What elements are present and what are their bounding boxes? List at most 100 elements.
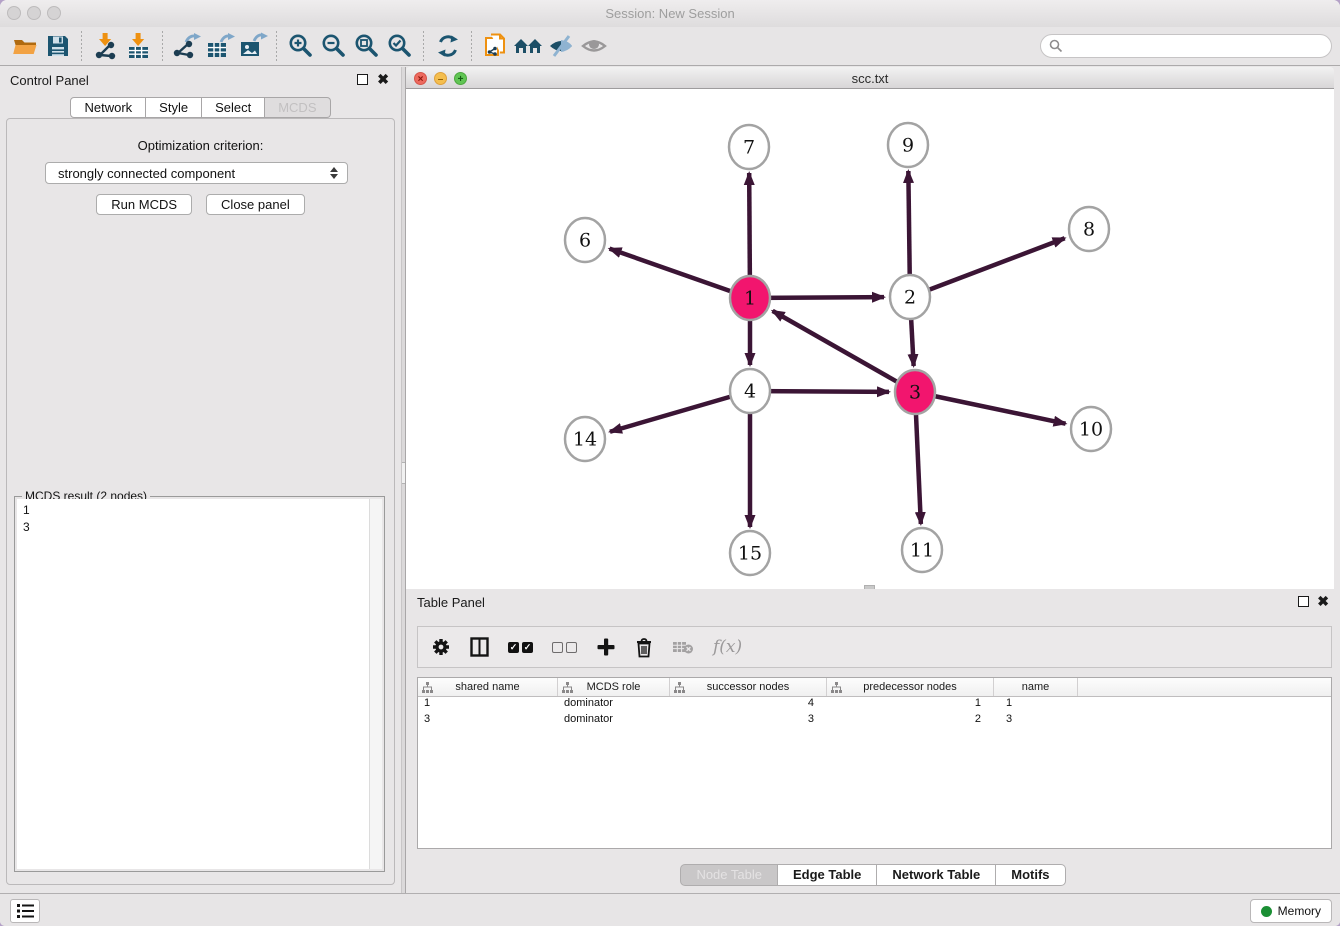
open-session-button[interactable] <box>8 30 41 63</box>
cell-successor-nodes[interactable]: 4 <box>670 697 827 713</box>
graph-node-14[interactable]: 14 <box>565 417 605 461</box>
memory-label: Memory <box>1278 904 1321 918</box>
graph-edge-4-14[interactable] <box>610 391 750 432</box>
cell-mcds-role[interactable]: dominator <box>558 713 670 729</box>
graph-node-10[interactable]: 10 <box>1071 407 1111 451</box>
show-columns-button[interactable] <box>470 637 489 657</box>
tab-network-table[interactable]: Network Table <box>877 864 996 886</box>
mcds-result-area[interactable]: 1 3 <box>17 499 382 869</box>
float-table-panel-icon[interactable] <box>1298 596 1309 607</box>
new-network-from-selection-button[interactable] <box>479 30 512 63</box>
table-row[interactable]: 3 dominator 3 2 3 <box>418 713 1331 729</box>
export-network-icon <box>172 32 202 60</box>
graph-node-4[interactable]: 4 <box>730 369 770 413</box>
unchecked-checkbox-icon <box>566 642 577 653</box>
deselect-all-button[interactable] <box>552 642 577 653</box>
close-panel-icon[interactable]: ✖ <box>377 71 389 87</box>
open-session-icon <box>11 32 39 60</box>
import-table-button[interactable] <box>122 30 155 63</box>
table-row[interactable]: 1 dominator 4 1 1 <box>418 697 1331 713</box>
zoom-out-button[interactable] <box>317 30 350 63</box>
table-tabs: Node Table Edge Table Network Table Moti… <box>406 864 1340 886</box>
graph-node-label: 14 <box>573 429 597 451</box>
delete-column-button[interactable] <box>672 639 694 655</box>
column-header-shared-name[interactable]: shared name <box>418 678 558 696</box>
run-mcds-button[interactable]: Run MCDS <box>96 194 192 215</box>
search-field[interactable] <box>1040 34 1332 58</box>
search-input[interactable] <box>1068 39 1323 53</box>
toolbar-separator <box>276 31 277 61</box>
dropdown-stepper-icon <box>325 167 343 179</box>
cell-predecessor-nodes[interactable]: 1 <box>827 697 994 713</box>
column-header-successor-nodes[interactable]: successor nodes <box>670 678 827 696</box>
graph-node-15[interactable]: 15 <box>730 531 770 575</box>
show-all-button[interactable] <box>578 30 611 63</box>
export-image-button[interactable] <box>236 30 269 63</box>
toolbar-separator <box>471 31 472 61</box>
graph-node-7[interactable]: 7 <box>729 125 769 169</box>
graph-node-1[interactable]: 1 <box>730 276 770 320</box>
panel-divider-handle[interactable] <box>402 462 405 484</box>
graph-node-9[interactable]: 9 <box>888 123 928 167</box>
tab-network[interactable]: Network <box>70 97 146 118</box>
tab-motifs[interactable]: Motifs <box>996 864 1065 886</box>
column-header-name[interactable]: name <box>994 678 1078 696</box>
tab-edge-table[interactable]: Edge Table <box>778 864 877 886</box>
cell-name[interactable]: 3 <box>994 713 1078 729</box>
tab-mcds[interactable]: MCDS <box>265 97 330 118</box>
hide-selected-button[interactable] <box>545 30 578 63</box>
close-table-panel-icon[interactable]: ✖ <box>1317 593 1329 609</box>
cell-shared-name[interactable]: 3 <box>418 713 558 729</box>
cell-predecessor-nodes[interactable]: 2 <box>827 713 994 729</box>
graph-node-3[interactable]: 3 <box>895 370 935 414</box>
select-all-button[interactable]: ✓ ✓ <box>508 642 533 653</box>
save-session-button[interactable] <box>41 30 74 63</box>
export-network-button[interactable] <box>170 30 203 63</box>
column-header-predecessor-nodes[interactable]: predecessor nodes <box>827 678 994 696</box>
column-header-mcds-role[interactable]: MCDS role <box>558 678 670 696</box>
tab-select[interactable]: Select <box>202 97 265 118</box>
cell-mcds-role[interactable]: dominator <box>558 697 670 713</box>
add-row-button[interactable] <box>596 637 616 657</box>
tab-style[interactable]: Style <box>146 97 202 118</box>
graph-node-6[interactable]: 6 <box>565 218 605 262</box>
cell-name[interactable]: 1 <box>994 697 1078 713</box>
graph-edge-2-8[interactable] <box>910 238 1065 297</box>
graph-node-11[interactable]: 11 <box>902 528 942 572</box>
cell-shared-name[interactable]: 1 <box>418 697 558 713</box>
export-table-button[interactable] <box>203 30 236 63</box>
table-settings-button[interactable] <box>431 637 451 657</box>
checked-checkbox-icon: ✓ <box>508 642 519 653</box>
column-label: MCDS role <box>587 681 641 693</box>
import-network-button[interactable] <box>89 30 122 63</box>
refresh-button[interactable] <box>431 30 464 63</box>
graph-edge-3-1[interactable] <box>773 311 915 392</box>
hierarchy-icon <box>831 682 842 693</box>
close-panel-button[interactable]: Close panel <box>206 194 305 215</box>
graph-edge-1-6[interactable] <box>610 249 750 298</box>
graph-node-8[interactable]: 8 <box>1069 207 1109 251</box>
gear-icon <box>431 637 451 657</box>
mcds-result-scrollbar[interactable] <box>369 499 382 869</box>
criterion-dropdown[interactable]: strongly connected component <box>45 162 348 184</box>
first-neighbors-button[interactable] <box>512 30 545 63</box>
delete-row-button[interactable] <box>635 637 653 658</box>
memory-button[interactable]: Memory <box>1250 899 1332 923</box>
hierarchy-icon <box>562 682 573 693</box>
graph-edge-3-10[interactable] <box>915 392 1066 424</box>
delete-column-icon <box>672 639 694 655</box>
column-label: successor nodes <box>707 681 790 693</box>
zoom-in-button[interactable] <box>284 30 317 63</box>
graph-node-2[interactable]: 2 <box>890 275 930 319</box>
status-bar: Memory <box>0 893 1340 926</box>
cell-successor-nodes[interactable]: 3 <box>670 713 827 729</box>
graph-node-label: 3 <box>909 382 921 404</box>
network-canvas[interactable]: 1 2 3 4 6 7 8 9 10 11 14 15 <box>406 89 1334 589</box>
apply-function-button[interactable]: f(x) <box>713 637 742 657</box>
zoom-selected-button[interactable] <box>383 30 416 63</box>
task-history-button[interactable] <box>10 899 40 923</box>
zoom-fit-button[interactable] <box>350 30 383 63</box>
float-panel-icon[interactable] <box>357 74 368 85</box>
control-panel-tabs: Network Style Select MCDS <box>0 97 401 118</box>
tab-node-table[interactable]: Node Table <box>680 864 778 886</box>
